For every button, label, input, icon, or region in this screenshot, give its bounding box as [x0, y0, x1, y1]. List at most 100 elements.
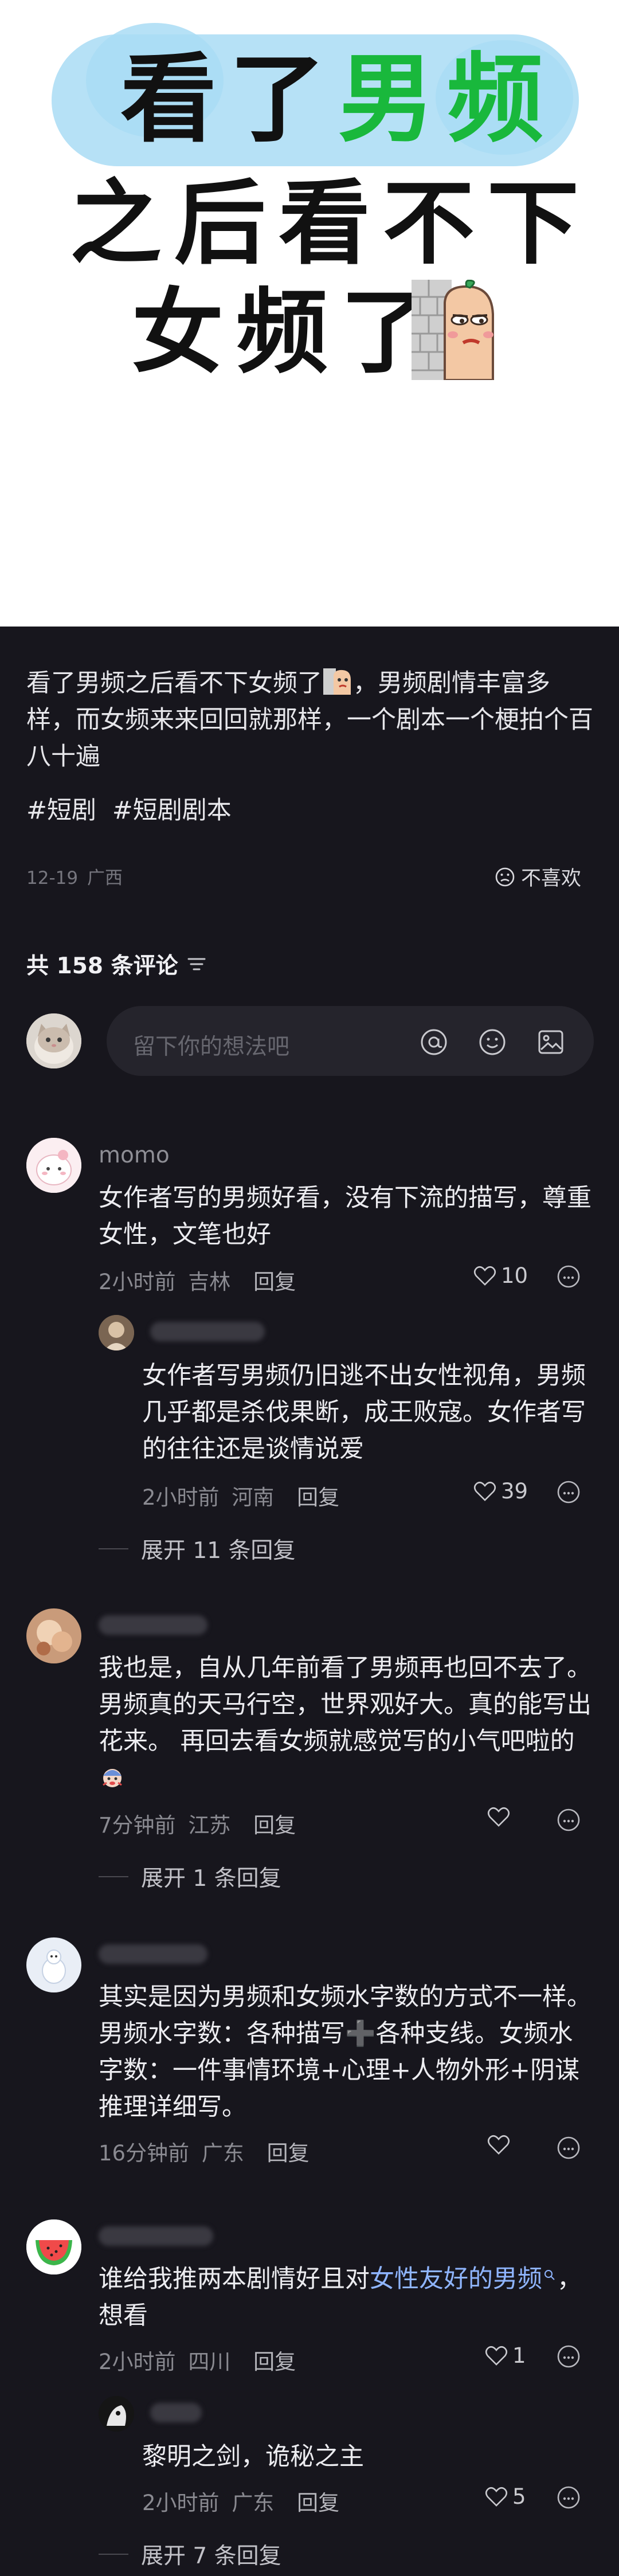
comment-text: 女作者写的男频好看，没有下流的描写，尊重女性，文笔也好 [99, 1184, 591, 1249]
like-button[interactable] [487, 1807, 515, 1827]
like-button[interactable]: 39 [473, 1479, 528, 1504]
more-icon[interactable] [556, 1479, 581, 1505]
comment-username[interactable]: momo [99, 1142, 170, 1168]
hashtag-link[interactable]: #短剧 [26, 796, 96, 825]
emoji-icon[interactable] [478, 1028, 507, 1056]
avatar[interactable] [99, 2396, 134, 2432]
avatar[interactable] [26, 2219, 81, 2274]
cover-text-green: 男频 [338, 43, 556, 155]
expand-replies-button[interactable]: 展开 1 条回复 [99, 1861, 281, 1893]
post-location: 广西 [87, 868, 123, 888]
cover-text-black: 看了 [120, 43, 338, 155]
hashtag-link[interactable]: #短剧剧本 [112, 796, 232, 825]
avatar[interactable] [99, 1315, 134, 1350]
expand-replies-button[interactable]: 展开 11 条回复 [99, 1533, 295, 1565]
reply-meta: 2小时前 广东 回复 [142, 2485, 339, 2516]
dislike-label: 不喜欢 [520, 867, 581, 890]
reply-button[interactable]: 回复 [253, 1270, 296, 1294]
post-tags: #短剧 #短剧剧本 [26, 793, 232, 828]
like-button[interactable] [487, 2135, 515, 2155]
like-button[interactable]: 10 [473, 1263, 528, 1288]
peek-sticker-icon [412, 280, 494, 380]
comment-meta: 2小时前 吉林 回复 [99, 1264, 296, 1295]
reply-button[interactable]: 回复 [267, 2141, 310, 2166]
comment-meta: 16分钟前 广东 回复 [99, 2136, 310, 2167]
heart-icon [473, 1266, 496, 1286]
comment-time: 7分钟前 [99, 1813, 176, 1838]
heart-icon [485, 2346, 508, 2366]
heart-icon [487, 2135, 510, 2155]
reply-time: 2小时前 [142, 2491, 220, 2515]
post-meta: 12-19 广西 [26, 863, 123, 889]
reply-button[interactable]: 回复 [297, 2491, 339, 2515]
comment-meta: 7分钟前 江苏 回复 [99, 1808, 296, 1839]
reply-button[interactable]: 回复 [297, 1485, 339, 1510]
comment-count: 共 158 条评论 [26, 953, 178, 979]
cover-line-2: 之后看不下 [70, 170, 592, 277]
heart-icon [487, 1807, 510, 1827]
blurred-username [99, 1944, 207, 1964]
like-count: 10 [501, 1263, 528, 1288]
comment-time: 2小时前 [99, 2350, 176, 2374]
comment-time: 16分钟前 [99, 2141, 190, 2166]
avatar[interactable] [26, 1608, 81, 1663]
like-count: 1 [512, 2343, 526, 2368]
peek-emoji-icon [323, 668, 352, 695]
like-button[interactable]: 1 [485, 2343, 526, 2368]
frown-icon [495, 867, 515, 886]
comment-text: 其实是因为男频和女频水字数的方式不一样。男频水字数：各种描写➕各种支线。女频水字… [99, 1983, 591, 2121]
like-count: 39 [501, 1479, 528, 1504]
image-icon[interactable] [536, 1028, 565, 1056]
cover-line-3: 女频了 [132, 279, 445, 386]
comment-location: 江苏 [188, 1813, 231, 1838]
divider [99, 1876, 128, 1877]
expand-label: 展开 7 条回复 [141, 2543, 281, 2569]
comment-time: 2小时前 [99, 1270, 176, 1294]
cover-line-1: 看了男频 [120, 45, 556, 154]
divider [99, 1548, 128, 1549]
avatar[interactable] [26, 1937, 81, 1992]
comment-location: 四川 [188, 2350, 231, 2374]
more-icon[interactable] [556, 1807, 581, 1833]
comment-text: 谁给我推两本剧情好且对女性友好的男频 ，想看 [99, 2261, 591, 2334]
post-text: 看了男频之后看不下女频了 ，男频剧情丰富多样，而女频来来回回就那样，一个剧本一个梗… [26, 665, 594, 775]
expand-label: 展开 11 条回复 [141, 1538, 296, 1564]
reply-button[interactable]: 回复 [253, 1813, 296, 1838]
comment-text-part: 谁给我推两本剧情好且对 [99, 2265, 370, 2293]
avatar[interactable] [26, 1138, 81, 1193]
reply-location: 河南 [232, 1485, 275, 1510]
post-text-part: 看了男频之后看不下女频了 [26, 669, 322, 698]
reply-button[interactable]: 回复 [253, 2350, 296, 2374]
input-placeholder: 留下你的想法吧 [133, 1034, 290, 1060]
at-icon[interactable] [420, 1028, 448, 1056]
more-icon[interactable] [556, 1264, 581, 1289]
more-icon[interactable] [556, 2344, 581, 2369]
post-date: 12-19 [26, 868, 79, 888]
comment-location: 广东 [201, 2141, 244, 2166]
my-avatar [26, 1013, 81, 1068]
like-count: 5 [512, 2484, 526, 2509]
heart-icon [485, 2487, 508, 2507]
comment-input[interactable]: 留下你的想法吧 [107, 1006, 594, 1076]
comment-count-row: 共 158 条评论 [26, 948, 207, 980]
reply-location: 广东 [232, 2491, 275, 2515]
comment-meta: 2小时前 四川 回复 [99, 2344, 296, 2375]
search-icon[interactable] [543, 2269, 556, 2281]
blurred-username [150, 2403, 202, 2422]
more-icon[interactable] [556, 2485, 581, 2510]
more-icon[interactable] [556, 2135, 581, 2160]
funnel-icon[interactable] [186, 956, 207, 973]
expand-replies-button[interactable]: 展开 7 条回复 [99, 2538, 281, 2570]
blurred-username [99, 1615, 207, 1635]
like-button[interactable]: 5 [485, 2484, 526, 2509]
heart-icon [473, 1481, 496, 1501]
divider [99, 2554, 128, 2555]
emoji-icon [99, 1763, 126, 1791]
comment-location: 吉林 [188, 1270, 231, 1294]
dislike-button[interactable]: 不喜欢 [495, 862, 581, 891]
reply-meta: 2小时前 河南 回复 [142, 1480, 339, 1511]
blurred-username [150, 1322, 265, 1341]
comment-text: 我也是，自从几年前看了男频再也回不去了。男频真的天马行空，世界观好大。真的能写出… [99, 1654, 591, 1756]
cover-image[interactable]: 看了男频 之后看不下 女频了 [0, 0, 619, 627]
search-link[interactable]: 女性友好的男频 [370, 2265, 542, 2293]
